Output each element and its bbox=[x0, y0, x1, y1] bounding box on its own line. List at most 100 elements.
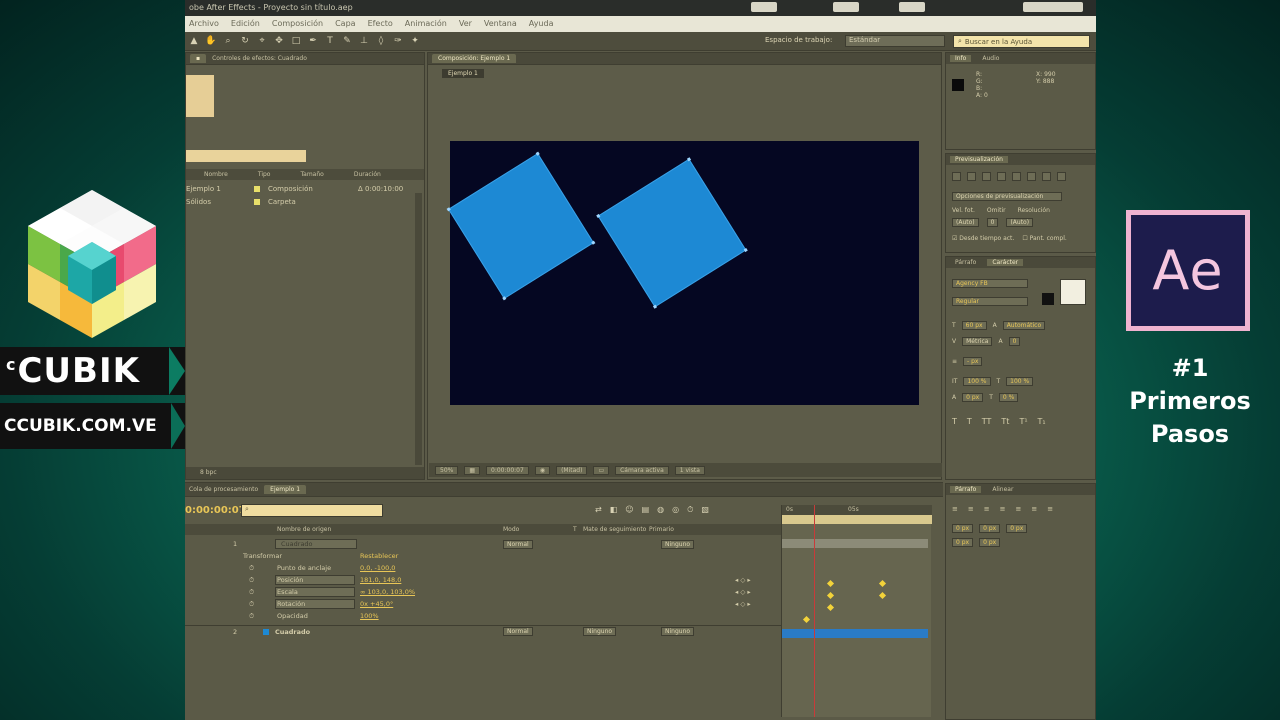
property-value[interactable]: 100% bbox=[360, 612, 379, 620]
next-frame-icon[interactable] bbox=[997, 172, 1006, 181]
property-row[interactable]: ⏱ Posición 181,0, 148,0 ◂ ◇ ▸ bbox=[185, 574, 781, 586]
menu-composicion[interactable]: Composición bbox=[272, 19, 323, 29]
small-caps-icon[interactable]: Tt bbox=[1001, 417, 1009, 426]
menu-efecto[interactable]: Efecto bbox=[368, 19, 393, 29]
pan-behind-tool-icon[interactable]: ✥ bbox=[274, 36, 284, 46]
window-controls[interactable] bbox=[1023, 2, 1083, 12]
timeline-current-time[interactable]: 0:00:00:07 bbox=[185, 505, 246, 516]
tab-timeline-comp[interactable]: Ejemplo 1 bbox=[264, 485, 307, 494]
layer-duration-bar[interactable] bbox=[782, 629, 928, 638]
align-center-icon[interactable]: ≡ bbox=[968, 505, 974, 513]
from-current-checkbox[interactable]: ☑ Desde tiempo act. bbox=[952, 235, 1014, 242]
layer-mode-select[interactable]: Normal bbox=[503, 627, 533, 636]
tab-render-queue[interactable]: Cola de procesamiento bbox=[189, 486, 258, 493]
first-line-indent-field[interactable]: 0 px bbox=[1006, 524, 1028, 533]
timeline-layer-row[interactable]: 1 Cuadrado Normal Ninguno bbox=[185, 538, 781, 550]
project-search-input[interactable] bbox=[186, 150, 306, 162]
keyframe-icon[interactable] bbox=[878, 579, 887, 588]
superscript-icon[interactable]: T¹ bbox=[1019, 417, 1027, 426]
layer-mode-select[interactable]: Normal bbox=[503, 539, 533, 549]
tab-align[interactable]: Alinear bbox=[987, 486, 1018, 493]
help-search-input[interactable]: ⌕ Buscar en la Ayuda bbox=[953, 35, 1090, 48]
rotate-tool-icon[interactable]: ↻ bbox=[240, 36, 250, 46]
brush-tool-icon[interactable]: ✎ bbox=[342, 36, 352, 46]
layer-parent-select[interactable]: Ninguno bbox=[661, 627, 695, 636]
composition-viewer[interactable] bbox=[446, 141, 919, 405]
col-source-name[interactable]: Nombre de origen bbox=[277, 526, 331, 533]
col-parent[interactable]: Primario bbox=[649, 526, 674, 533]
transform-group-row[interactable]: Transformar Restablecer bbox=[185, 550, 781, 562]
resolution-select[interactable]: (Mitad) bbox=[556, 465, 588, 475]
space-before-field[interactable]: 0 px bbox=[952, 538, 974, 547]
roto-tool-icon[interactable]: ✑ bbox=[393, 36, 403, 46]
justify-last-center-icon[interactable]: ≡ bbox=[1016, 505, 1022, 513]
timeline-search-input[interactable]: ⌕ bbox=[241, 504, 383, 517]
tsume-field[interactable]: 0 % bbox=[998, 393, 1019, 402]
menu-animacion[interactable]: Animación bbox=[405, 19, 447, 29]
close-button[interactable] bbox=[899, 2, 925, 12]
frame-blending-icon[interactable]: ▤ bbox=[642, 505, 650, 515]
transform-reset-link[interactable]: Restablecer bbox=[360, 552, 398, 560]
tab-character[interactable]: Carácter bbox=[987, 259, 1024, 266]
stroke-width-field[interactable]: - px bbox=[963, 357, 983, 366]
col-mode[interactable]: Modo bbox=[503, 526, 519, 533]
timeline-track-area[interactable]: 0s 05s bbox=[781, 505, 932, 717]
font-style-select[interactable]: Regular bbox=[952, 297, 1028, 306]
property-value[interactable]: 0x +45,0° bbox=[360, 600, 393, 608]
menu-edicion[interactable]: Edición bbox=[231, 19, 260, 29]
col-duration[interactable]: Duración bbox=[354, 171, 381, 178]
property-value[interactable]: ∞ 103,0, 103,0% bbox=[360, 588, 415, 596]
tab-composition[interactable]: Composición: Ejemplo 1 bbox=[432, 54, 517, 63]
full-screen-checkbox[interactable]: ☐ Pant. compl. bbox=[1022, 235, 1067, 242]
clone-tool-icon[interactable]: ⊥ bbox=[359, 36, 369, 46]
bit-depth-label[interactable]: 8 bpc bbox=[200, 469, 217, 476]
fill-color-swatch[interactable] bbox=[1060, 279, 1086, 305]
audio-icon[interactable] bbox=[1027, 172, 1036, 181]
kerning-field[interactable]: Métrica bbox=[962, 337, 993, 346]
justify-last-right-icon[interactable]: ≡ bbox=[1031, 505, 1037, 513]
ram-preview-icon[interactable] bbox=[1057, 172, 1066, 181]
eraser-tool-icon[interactable]: ◊ bbox=[376, 36, 386, 46]
stopwatch-icon[interactable]: ⏱ bbox=[249, 564, 254, 573]
frame-rate-select[interactable]: (Auto) bbox=[952, 218, 979, 227]
indent-left-field[interactable]: 0 px bbox=[952, 524, 974, 533]
col-t[interactable]: T bbox=[573, 526, 577, 533]
justify-all-icon[interactable]: ≡ bbox=[1047, 505, 1053, 513]
magnification-select[interactable]: 50% bbox=[435, 465, 459, 475]
align-left-icon[interactable]: ≡ bbox=[952, 505, 958, 513]
keyframe-navigator-icon[interactable]: ◂ ◇ ▸ bbox=[735, 576, 751, 584]
col-type[interactable]: Tipo bbox=[258, 171, 271, 178]
tab-paragraph[interactable]: Párrafo bbox=[950, 259, 981, 266]
col-name[interactable]: Nombre bbox=[204, 171, 228, 178]
maximize-button[interactable] bbox=[833, 2, 859, 12]
faux-italic-icon[interactable]: T bbox=[967, 417, 972, 426]
keyframe-navigator-icon[interactable]: ◂ ◇ ▸ bbox=[735, 600, 751, 608]
camera-tool-icon[interactable]: ⌖ bbox=[257, 36, 267, 46]
flow-breadcrumb[interactable]: Ejemplo 1 bbox=[442, 69, 484, 78]
current-time-field[interactable]: 0:00:00:07 bbox=[486, 465, 529, 475]
menu-ventana[interactable]: Ventana bbox=[484, 19, 517, 29]
square-layer-2[interactable] bbox=[596, 157, 748, 309]
auto-keyframe-icon[interactable]: ⏱ bbox=[687, 505, 693, 515]
preview-options-select[interactable]: Opciones de previsualización bbox=[952, 192, 1062, 201]
project-item[interactable]: Sólidos Carpeta bbox=[186, 196, 424, 208]
leading-field[interactable]: Automático bbox=[1002, 321, 1046, 330]
font-family-select[interactable]: Agency FB bbox=[952, 279, 1028, 288]
tab-audio[interactable]: Audio bbox=[977, 55, 1004, 62]
camera-select[interactable]: Cámara activa bbox=[615, 465, 669, 475]
layer-parent-select[interactable]: Ninguno bbox=[661, 539, 695, 549]
stopwatch-icon[interactable]: ⏱ bbox=[249, 612, 254, 621]
property-value[interactable]: 0,0, -100,0 bbox=[360, 564, 395, 572]
layer-duration-bar[interactable] bbox=[782, 539, 928, 548]
keyframe-icon[interactable] bbox=[878, 591, 887, 600]
selection-tool-icon[interactable]: ▲ bbox=[189, 36, 199, 46]
stroke-color-swatch[interactable] bbox=[1042, 293, 1054, 305]
grid-icon[interactable]: ▦ bbox=[464, 465, 481, 475]
rectangle-tool-icon[interactable]: □ bbox=[291, 36, 301, 46]
last-frame-icon[interactable] bbox=[1012, 172, 1021, 181]
font-size-field[interactable]: 60 px bbox=[961, 321, 987, 330]
keyframe-icon[interactable] bbox=[802, 615, 811, 624]
col-trkmat[interactable]: Mate de seguimiento bbox=[583, 526, 646, 533]
minimize-button[interactable] bbox=[751, 2, 777, 12]
views-select[interactable]: 1 vista bbox=[674, 465, 705, 475]
